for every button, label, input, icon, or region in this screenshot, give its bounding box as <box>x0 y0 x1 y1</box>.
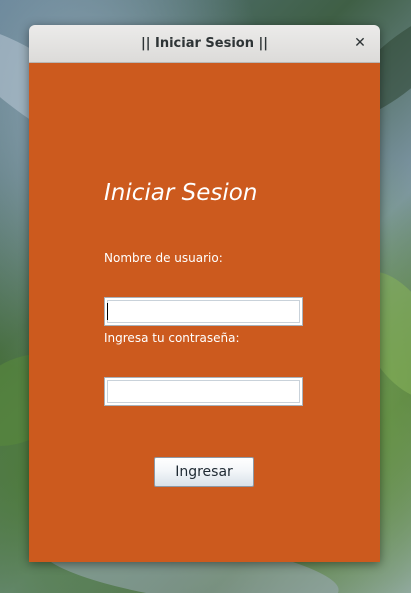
text-caret <box>107 303 108 320</box>
close-icon[interactable]: ✕ <box>350 33 370 53</box>
window-title: || Iniciar Sesion || <box>140 36 269 51</box>
login-window: || Iniciar Sesion || ✕ Iniciar Sesion No… <box>29 25 380 562</box>
title-bar[interactable]: || Iniciar Sesion || ✕ <box>29 25 380 63</box>
login-button[interactable]: Ingresar <box>154 457 254 487</box>
username-input[interactable] <box>104 297 303 326</box>
password-input[interactable] <box>104 377 303 406</box>
password-label: Ingresa tu contraseña: <box>104 331 240 345</box>
username-label: Nombre de usuario: <box>104 251 223 265</box>
login-form-panel: Iniciar Sesion Nombre de usuario: Ingres… <box>29 63 380 562</box>
form-heading: Iniciar Sesion <box>104 180 258 206</box>
